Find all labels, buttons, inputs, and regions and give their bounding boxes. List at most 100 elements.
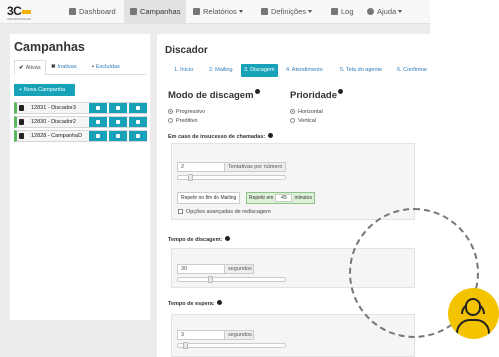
- slider-thumb[interactable]: [188, 174, 193, 181]
- question-icon[interactable]: [217, 300, 223, 305]
- tempo-espera-slider[interactable]: [177, 342, 286, 349]
- step-discagem[interactable]: 3. Discagem: [241, 64, 278, 77]
- campaign-list-button[interactable]: [108, 131, 127, 141]
- tempo-discagem-unit: segundos: [224, 264, 254, 274]
- list-icon: [116, 120, 120, 124]
- label-text: Tempo de espera:: [168, 301, 215, 307]
- campaign-delete-button[interactable]: [128, 131, 147, 141]
- tab-inativas[interactable]: ✖ Inativas: [47, 60, 81, 75]
- check-icon: ✔: [19, 65, 24, 71]
- trash-icon: [136, 120, 140, 124]
- nav-label: Ajuda: [377, 7, 397, 16]
- tab-label: Inativas: [57, 64, 77, 70]
- tempo-discagem-input[interactable]: 30: [177, 264, 225, 274]
- question-icon: [367, 8, 374, 15]
- checkbox-label: Opções avançadas de rediscagem: [186, 209, 271, 215]
- caret-down-icon: [308, 10, 313, 13]
- power-icon[interactable]: [19, 133, 24, 139]
- step-tela-agente[interactable]: 5. Tela do agente: [337, 64, 385, 77]
- radio-vertical[interactable]: Vertical: [290, 118, 316, 125]
- list-icon: [116, 106, 120, 110]
- campaign-delete-button[interactable]: [128, 117, 147, 127]
- repeat-in-prefix: Repetir em: [249, 195, 274, 201]
- heading-text: Modo de discagem: [168, 90, 254, 101]
- discador-title: Discador: [165, 45, 208, 56]
- radio-dot: [290, 109, 295, 114]
- question-icon[interactable]: [224, 236, 230, 241]
- repeat-end-mailing-button[interactable]: Repetir no fim do Mailing: [177, 192, 241, 204]
- home-icon: [69, 8, 76, 15]
- repeat-in-button[interactable]: Repetir em 45 minutos: [246, 192, 315, 204]
- insucesso-label: Em caso de insucesso de chamadas:: [168, 133, 273, 140]
- table-icon: [193, 8, 200, 15]
- info-icon: [96, 120, 100, 124]
- tab-excluidas[interactable]: ▪ Excluídas: [88, 60, 124, 75]
- radio-label: Preditivo: [176, 118, 198, 124]
- nav-label: Definições: [271, 7, 307, 16]
- step-inicio[interactable]: 1. Início: [171, 64, 196, 77]
- campaign-row[interactable]: 12828 - CampanhaD: [14, 130, 147, 142]
- nav-relatorios[interactable]: Relatórios: [187, 0, 249, 24]
- wizard-steps: 1. Início 2. Mailing 3. Discagem 4. Aten…: [165, 64, 430, 77]
- attempts-input[interactable]: 2: [177, 162, 225, 172]
- trash-icon: ▪: [92, 64, 94, 70]
- slider-thumb[interactable]: [208, 276, 213, 283]
- head-shape: [465, 298, 481, 316]
- document-icon: [331, 8, 338, 15]
- question-icon[interactable]: [254, 89, 260, 94]
- question-icon[interactable]: [267, 133, 273, 138]
- campaign-row[interactable]: 12831 - Discador3: [14, 102, 147, 114]
- radio-dot: [290, 118, 295, 123]
- nav-definicoes[interactable]: Definições: [255, 0, 318, 24]
- campaign-row[interactable]: 12830 - Discador2: [14, 116, 147, 128]
- tempo-espera-input[interactable]: 3: [177, 330, 225, 340]
- nav-campanhas[interactable]: Campanhas: [124, 0, 187, 24]
- logo-text: 3C: [7, 4, 22, 18]
- campaign-delete-button[interactable]: [128, 103, 147, 113]
- heading-text: Prioridade: [290, 90, 337, 101]
- tempo-discagem-slider[interactable]: [177, 276, 286, 283]
- tab-label: Excluídas: [95, 64, 120, 70]
- radio-preditivo[interactable]: Preditivo: [168, 118, 197, 125]
- nav-label: Relatórios: [203, 7, 237, 16]
- trash-icon: [136, 134, 140, 138]
- step-confirmar[interactable]: 6. Confirmar: [394, 64, 430, 77]
- repeat-in-minutes-input[interactable]: 45: [275, 194, 293, 202]
- nav-ajuda[interactable]: Ajuda: [361, 0, 408, 24]
- new-campaign-button[interactable]: + Nova Campanha: [14, 84, 75, 96]
- attempts-slider[interactable]: [177, 174, 286, 181]
- campaign-info-button[interactable]: [88, 131, 107, 141]
- info-icon: [96, 134, 100, 138]
- modo-discagem-heading: Modo de discagem: [168, 89, 260, 101]
- caret-down-icon: [238, 10, 243, 13]
- radio-horizontal[interactable]: Horizontal: [290, 109, 323, 116]
- list-icon: [130, 8, 137, 15]
- tempo-discagem-label: Tempo de discagem:: [168, 236, 230, 243]
- tempo-espera-unit: segundos: [224, 330, 254, 340]
- campaign-status-tabs: ✔ Ativas ✖ Inativas ▪ Excluídas: [14, 60, 146, 75]
- nav-dashboard[interactable]: Dashboard: [63, 0, 122, 24]
- power-icon[interactable]: [19, 105, 24, 111]
- advanced-redial-checkbox[interactable]: Opções avançadas de rediscagem: [178, 209, 271, 215]
- attempts-unit: Tentativas por número: [224, 162, 286, 172]
- radio-dot: [168, 109, 173, 114]
- tab-ativas[interactable]: ✔ Ativas: [14, 60, 46, 75]
- step-atendimento[interactable]: 4. Atendimento: [283, 64, 326, 77]
- nav-log[interactable]: Log: [325, 0, 360, 24]
- logo-bar-icon: [22, 9, 32, 14]
- campaign-info-button[interactable]: [88, 103, 107, 113]
- slider-thumb[interactable]: [183, 342, 188, 349]
- campaign-info-button[interactable]: [88, 117, 107, 127]
- logo-subtext: 3CPLUS TECNOLOGIA: [7, 17, 31, 21]
- power-icon[interactable]: [19, 119, 24, 125]
- radio-progressivo[interactable]: Progressivo: [168, 109, 205, 116]
- campaign-list-button[interactable]: [108, 117, 127, 127]
- support-agent-icon[interactable]: [448, 288, 499, 339]
- step-mailing[interactable]: 2. Mailing: [206, 64, 236, 77]
- campaign-list-button[interactable]: [108, 103, 127, 113]
- list-icon: [116, 134, 120, 138]
- brand-logo[interactable]: 3C 3CPLUS TECNOLOGIA: [7, 4, 32, 21]
- question-icon[interactable]: [338, 89, 343, 94]
- nav-label: Dashboard: [79, 7, 116, 16]
- campaign-name: 12828 - CampanhaD: [31, 133, 83, 139]
